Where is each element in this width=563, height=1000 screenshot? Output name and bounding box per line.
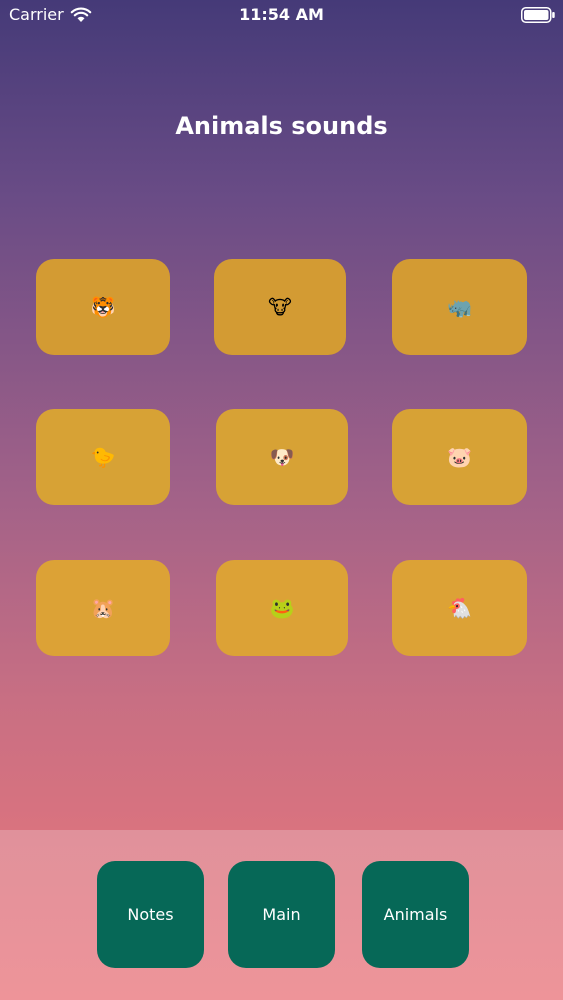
animals-label: Animals [383, 905, 448, 924]
animal-button-hamster[interactable]: 🐹 [36, 560, 170, 656]
bottom-nav-panel: Notes Main Animals [0, 830, 563, 1000]
animal-button-rhinoceros[interactable]: 🦏 [392, 259, 527, 355]
chick-icon: 🐤 [90, 445, 116, 469]
animal-button-chick[interactable]: 🐤 [36, 409, 170, 505]
notes-label: Notes [127, 905, 174, 924]
dog-icon: 🐶 [269, 445, 295, 469]
animals-button[interactable]: Animals [362, 861, 469, 968]
frog-icon: 🐸 [269, 596, 295, 620]
main-label: Main [262, 905, 301, 924]
animal-button-dog[interactable]: 🐶 [216, 409, 348, 505]
chicken-icon: 🐔 [447, 596, 472, 620]
animal-button-frog[interactable]: 🐸 [216, 560, 348, 656]
cow-icon: 🐮 [268, 295, 292, 319]
rhinoceros-icon: 🦏 [447, 295, 472, 319]
animal-button-chicken[interactable]: 🐔 [392, 560, 527, 656]
animal-grid: 🐯 🐮 🦏 🐤 🐶 🐷 🐹 🐸 🐔 [0, 0, 563, 700]
tiger-icon: 🐯 [90, 295, 116, 319]
main-button[interactable]: Main [228, 861, 335, 968]
animal-button-cow[interactable]: 🐮 [214, 259, 346, 355]
animal-button-pig[interactable]: 🐷 [392, 409, 527, 505]
notes-button[interactable]: Notes [97, 861, 204, 968]
hamster-icon: 🐹 [90, 596, 116, 620]
pig-icon: 🐷 [447, 445, 472, 469]
animal-button-tiger[interactable]: 🐯 [36, 259, 170, 355]
